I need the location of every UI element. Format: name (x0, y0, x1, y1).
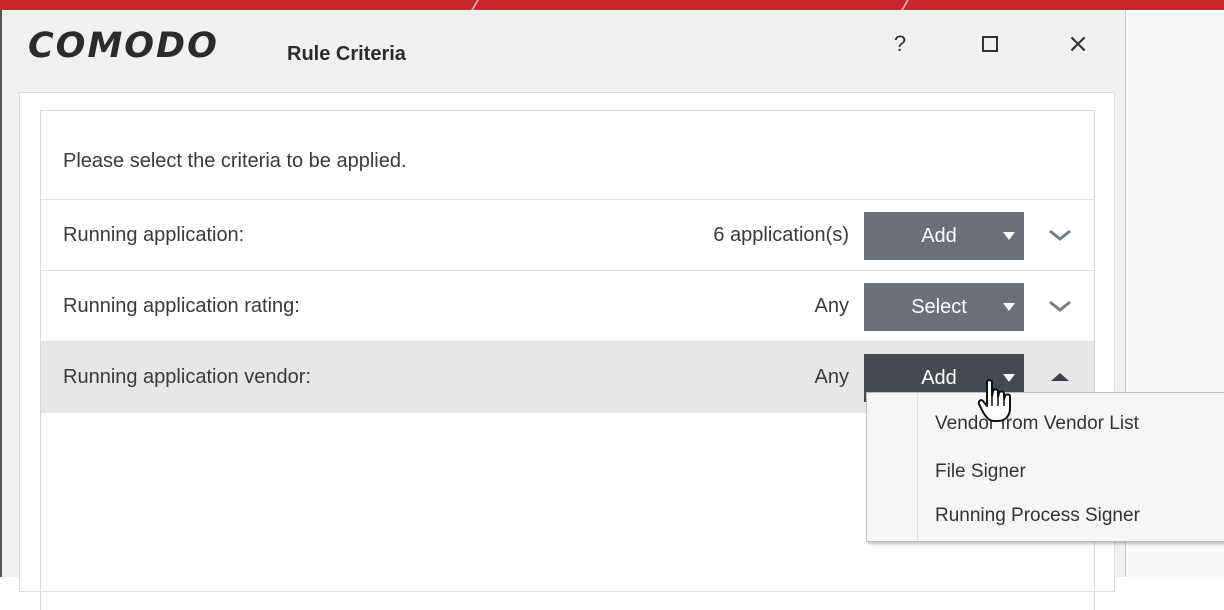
maximize-icon (982, 36, 998, 52)
chevron-down-icon[interactable] (1045, 291, 1075, 321)
menu-gutter (917, 393, 918, 541)
close-button[interactable]: × (1058, 24, 1098, 64)
select-rating-button[interactable]: Select (864, 283, 1024, 331)
chevron-down-icon[interactable] (1045, 220, 1075, 250)
criteria-label: Running application vendor: (63, 366, 311, 388)
add-application-button[interactable]: Add (864, 212, 1024, 260)
caret-down-icon (994, 303, 1024, 311)
top-accent-border (0, 0, 1224, 10)
dialog-title: Rule Criteria (287, 43, 406, 65)
button-label: Add (921, 224, 957, 247)
criteria-value: Any (814, 366, 849, 388)
instruction-text: Please select the criteria to be applied… (63, 150, 407, 172)
button-label: Add (921, 366, 957, 389)
chevron-up-icon[interactable] (1045, 362, 1075, 392)
caret-down-icon (994, 232, 1024, 240)
hand-pointer-icon (977, 378, 1013, 424)
criteria-row-application-rating: Running application rating: Any Select (41, 270, 1094, 342)
criteria-value: Any (814, 295, 849, 317)
menu-item-vendor-list[interactable]: Vendor from Vendor List (935, 413, 1139, 435)
title-bar: COMODO Rule Criteria ? × (2, 10, 1125, 92)
maximize-button[interactable] (970, 24, 1010, 64)
criteria-label: Running application rating: (63, 295, 300, 317)
button-label: Select (911, 295, 967, 318)
comodo-logo: COMODO (28, 26, 219, 66)
help-button[interactable]: ? (880, 24, 920, 64)
vendor-dropdown-menu: Vendor from Vendor List File Signer Runn… (866, 392, 1224, 542)
criteria-value: 6 application(s) (713, 224, 849, 246)
menu-item-file-signer[interactable]: File Signer (935, 461, 1026, 483)
menu-item-running-process-signer[interactable]: Running Process Signer (935, 505, 1140, 527)
criteria-label: Running application: (63, 224, 245, 246)
criteria-row-running-application: Running application: 6 application(s) Ad… (41, 199, 1094, 271)
